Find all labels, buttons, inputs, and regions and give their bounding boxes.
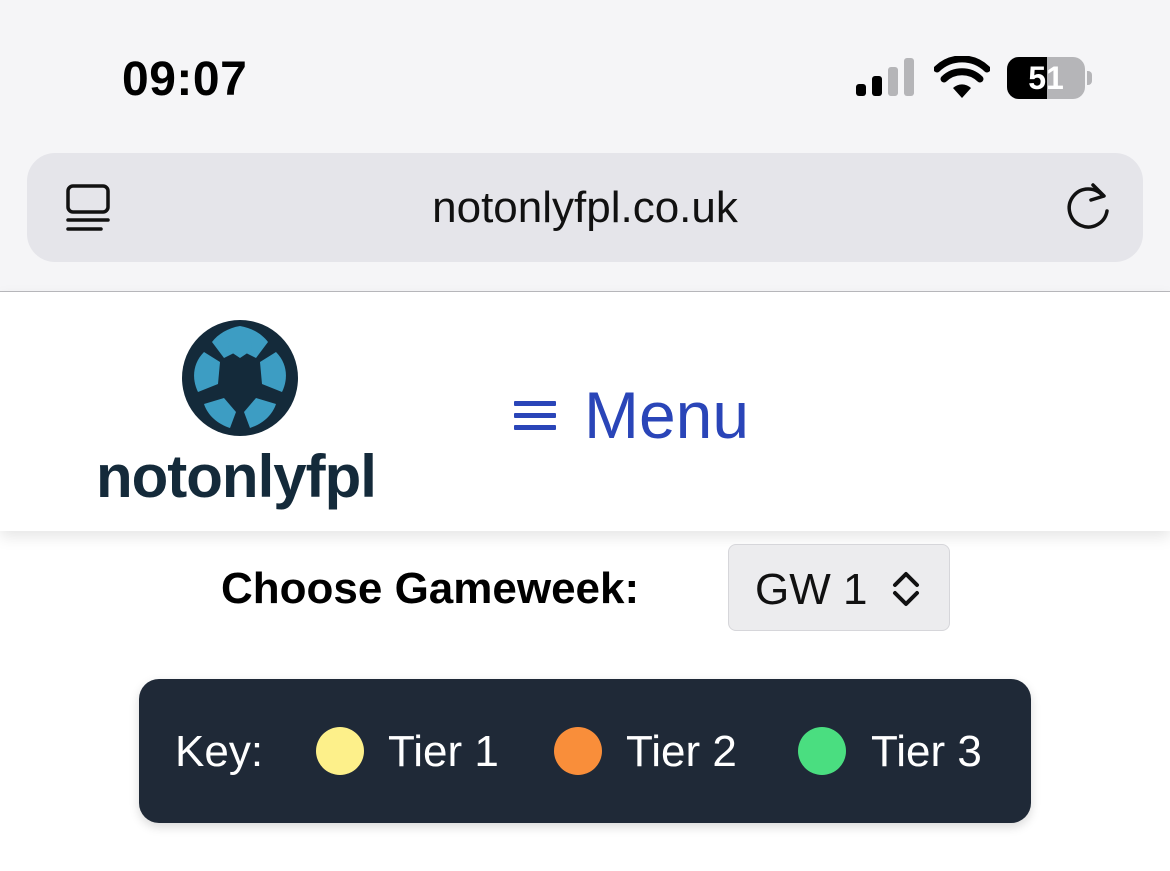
gameweek-selector-row: Choose Gameweek: GW 1 bbox=[0, 544, 1170, 632]
gameweek-select[interactable]: GW 1 bbox=[728, 544, 950, 631]
gameweek-label: Choose Gameweek: bbox=[221, 564, 640, 613]
tier-3-dot bbox=[798, 727, 846, 775]
tabs-overview-icon[interactable] bbox=[65, 183, 111, 233]
football-icon bbox=[182, 320, 298, 436]
battery-icon: 51 bbox=[1007, 57, 1085, 99]
status-bar: 09:07 51 bbox=[0, 0, 1170, 140]
tier-3-label: Tier 3 bbox=[871, 727, 982, 776]
battery-nub bbox=[1087, 71, 1092, 85]
chevron-updown-icon bbox=[893, 572, 919, 606]
site-logo[interactable]: notonlyfpl bbox=[96, 318, 386, 513]
logo-wordmark: notonlyfpl bbox=[96, 443, 377, 510]
status-time: 09:07 bbox=[122, 53, 248, 106]
browser-chrome: 09:07 51 notonlyfpl.co.uk bbox=[0, 0, 1170, 292]
tier-1-label: Tier 1 bbox=[388, 727, 499, 776]
tier-2-dot bbox=[554, 727, 602, 775]
battery-level: 51 bbox=[1028, 59, 1064, 96]
hamburger-icon bbox=[514, 401, 556, 430]
tier-1-dot bbox=[316, 727, 364, 775]
tier-2-label: Tier 2 bbox=[626, 727, 737, 776]
key-label: Key: bbox=[175, 727, 264, 776]
cellular-signal-icon bbox=[856, 58, 914, 96]
site-header: notonlyfpl Menu bbox=[0, 292, 1170, 531]
reload-icon[interactable] bbox=[1063, 181, 1115, 233]
address-bar[interactable]: notonlyfpl.co.uk bbox=[27, 153, 1143, 262]
menu-label: Menu bbox=[584, 378, 750, 452]
url-text[interactable]: notonlyfpl.co.uk bbox=[27, 153, 1143, 262]
wifi-icon bbox=[934, 56, 990, 98]
menu-button[interactable]: Menu bbox=[512, 370, 749, 460]
key-legend: Key: Tier 1 Tier 2 Tier 3 bbox=[139, 679, 1031, 823]
gameweek-selected-value: GW 1 bbox=[755, 565, 868, 614]
